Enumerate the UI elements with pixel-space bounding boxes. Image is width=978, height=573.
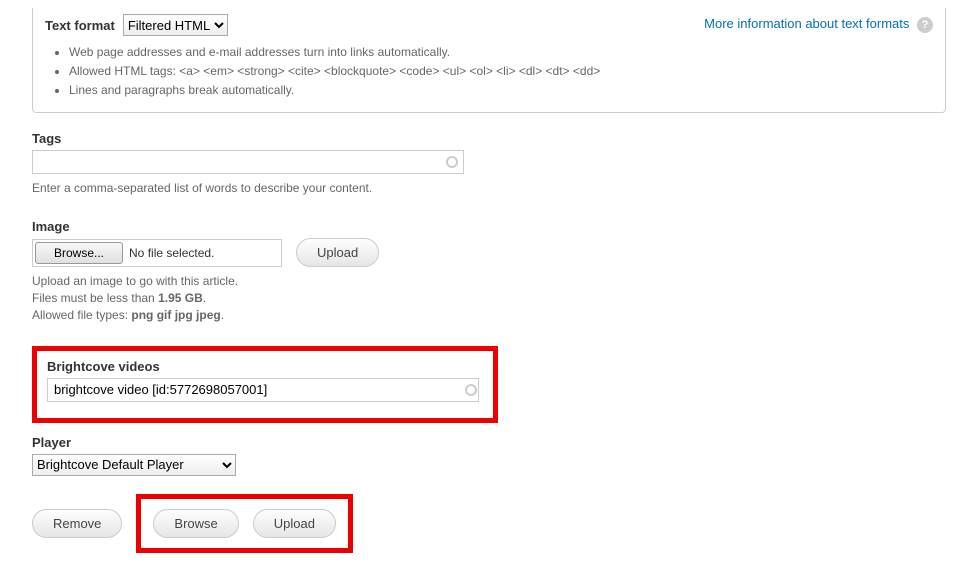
image-field: Image Browse... No file selected. Upload… xyxy=(32,219,946,323)
more-info-link[interactable]: More information about text formats ? xyxy=(704,16,933,33)
format-tip: Lines and paragraphs break automatically… xyxy=(69,82,933,99)
format-tip: Web page addresses and e-mail addresses … xyxy=(69,44,933,61)
format-tip: Allowed HTML tags: <a> <em> <strong> <ci… xyxy=(69,63,933,80)
help-icon: ? xyxy=(917,17,933,33)
more-info-text: More information about text formats xyxy=(704,16,909,31)
brightcove-highlight: Brightcove videos xyxy=(32,346,498,423)
player-select[interactable]: Brightcove Default Player xyxy=(32,454,236,476)
image-desc-line: Files must be less than 1.95 GB. xyxy=(32,290,946,307)
format-tips-list: Web page addresses and e-mail addresses … xyxy=(53,44,933,98)
image-desc-line: Upload an image to go with this article. xyxy=(32,273,946,290)
browse-upload-highlight: Browse Upload xyxy=(136,494,353,553)
action-buttons: Remove Browse Upload xyxy=(32,494,946,553)
remove-button[interactable]: Remove xyxy=(32,509,122,538)
loading-icon xyxy=(465,384,477,396)
browse-file-button[interactable]: Browse... xyxy=(35,242,123,264)
image-label: Image xyxy=(32,219,946,234)
text-format-select[interactable]: Filtered HTML xyxy=(123,14,228,36)
text-format-panel: Text format Filtered HTML More informati… xyxy=(32,8,946,113)
file-picker[interactable]: Browse... No file selected. xyxy=(32,239,282,267)
loading-icon xyxy=(446,156,458,168)
text-format-label: Text format xyxy=(45,18,115,33)
tags-description: Enter a comma-separated list of words to… xyxy=(32,180,946,197)
image-desc-line: Allowed file types: png gif jpg jpeg. xyxy=(32,307,946,324)
brightcove-input[interactable] xyxy=(47,378,479,402)
tags-label: Tags xyxy=(32,131,946,146)
tags-field: Tags Enter a comma-separated list of wor… xyxy=(32,131,946,197)
player-label: Player xyxy=(32,435,946,450)
tags-input[interactable] xyxy=(32,150,464,174)
file-status-text: No file selected. xyxy=(125,246,214,260)
player-field: Player Brightcove Default Player xyxy=(32,435,946,476)
image-description: Upload an image to go with this article.… xyxy=(32,273,946,323)
brightcove-label: Brightcove videos xyxy=(47,359,483,374)
upload-image-button[interactable]: Upload xyxy=(296,238,379,267)
upload-button[interactable]: Upload xyxy=(253,509,336,538)
browse-button[interactable]: Browse xyxy=(153,509,238,538)
